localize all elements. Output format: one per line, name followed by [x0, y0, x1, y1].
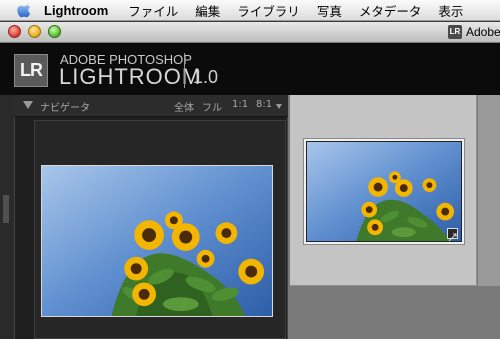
lightroom-app-icon: LR	[448, 25, 462, 39]
brand-divider	[184, 53, 185, 88]
brand-title: LIGHTROOM	[59, 64, 202, 89]
menu-metadata[interactable]: メタデータ	[359, 1, 422, 20]
zoom-8-1-option[interactable]: 8:1	[256, 99, 272, 110]
app-menu[interactable]: Lightroom	[44, 3, 108, 18]
lightroom-logo: LR	[14, 54, 48, 87]
chevron-down-icon[interactable]	[276, 104, 282, 109]
thumbnail-image[interactable]	[306, 141, 462, 242]
navigator-title: ナビゲータ	[40, 103, 90, 114]
menu-bar: Lightroom ファイル 編集 ライブラリ 写真 メタデータ 表示	[0, 0, 500, 21]
menu-edit[interactable]: 編集	[195, 1, 220, 20]
navigator-header[interactable]: ナビゲータ 全体 フル 1:1 8:1	[14, 95, 288, 117]
apple-icon[interactable]	[14, 1, 36, 19]
window-title: Adobe	[466, 25, 500, 39]
brand-version: 1.0	[193, 67, 219, 87]
zoom-fill-option[interactable]: フル	[202, 99, 222, 114]
sunflower-photo	[42, 166, 272, 316]
zoom-window-button[interactable]	[48, 25, 61, 38]
menu-photo[interactable]: 写真	[317, 1, 342, 20]
menu-file[interactable]: ファイル	[128, 1, 178, 20]
close-window-button[interactable]	[8, 25, 21, 38]
left-panel-collapse-strip[interactable]	[0, 95, 14, 339]
crop-glyph-icon	[448, 233, 457, 242]
crop-badge-icon[interactable]	[447, 228, 458, 242]
sunflower-thumbnail	[307, 142, 461, 241]
minimize-window-button[interactable]	[28, 25, 41, 38]
triangle-down-icon[interactable]	[23, 101, 33, 109]
identity-plate: LR ADOBE PHOTOSHOP LIGHTROOM 1.0	[0, 43, 500, 95]
right-panel-edge	[478, 95, 500, 286]
menu-view[interactable]: 表示	[438, 1, 463, 20]
window-titlebar: LR Adobe	[0, 22, 500, 43]
panel-handle-icon[interactable]	[3, 195, 9, 223]
zoom-1-1-option[interactable]: 1:1	[232, 99, 248, 110]
menu-library[interactable]: ライブラリ	[237, 1, 300, 20]
navigator-preview-image[interactable]	[41, 165, 273, 317]
zoom-fit-option[interactable]: 全体	[174, 99, 194, 114]
